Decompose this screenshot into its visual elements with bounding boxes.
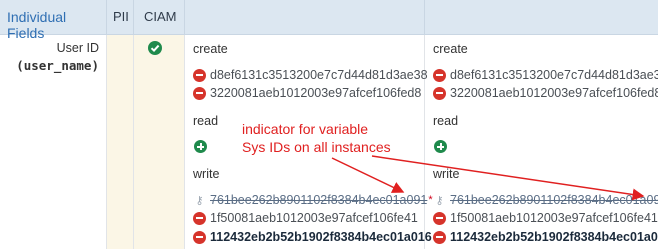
write-id-row: 1f50081aeb1012003e97afcef106fe41: [433, 210, 658, 226]
sys-id: d8ef6131c3513200e7c7d44d81d3ae38: [450, 68, 658, 82]
remove-icon[interactable]: [193, 68, 206, 82]
sys-id: 3220081aeb1012003e97afcef106fed8: [210, 86, 422, 100]
remove-icon[interactable]: [193, 86, 206, 100]
add-icon[interactable]: [434, 140, 447, 153]
annotation-line-2: Sys IDs on all instances: [242, 139, 391, 155]
sys-id: d8ef6131c3513200e7c7d44d81d3ae38: [210, 68, 428, 82]
remove-icon[interactable]: [433, 211, 446, 225]
header-pii-label: PII: [113, 9, 129, 24]
sys-id: 3220081aeb1012003e97afcef106fed8: [450, 86, 658, 100]
create-id-row: 3220081aeb1012003e97afcef106fed8: [193, 85, 421, 101]
add-icon[interactable]: [194, 140, 207, 153]
write-label: write: [193, 167, 220, 181]
create-id-row: 3220081aeb1012003e97afcef106fed8: [433, 85, 658, 101]
read-label: read: [433, 114, 459, 128]
header-instance-2: [425, 0, 658, 35]
remove-icon[interactable]: [193, 211, 206, 225]
write-id-row: 112432eb2b52b1902f8384b4ec01a016: [193, 229, 432, 245]
remove-icon[interactable]: [433, 230, 446, 244]
sys-id: 1f50081aeb1012003e97afcef106fe41: [210, 211, 418, 225]
remove-icon[interactable]: [433, 68, 446, 82]
write-id-row: 112432eb2b52b1902f8384b4ec01a016: [433, 229, 658, 245]
remove-icon[interactable]: [193, 230, 206, 244]
create-label: create: [433, 42, 468, 56]
annotation-line-1: indicator for variable: [242, 121, 369, 137]
ciam-cell: [134, 35, 185, 249]
field-name: (user_name): [16, 58, 99, 73]
variable-id-row: ⚷ 761bee262b8901102f8384b4ec01a091 *: [193, 192, 433, 208]
remove-icon[interactable]: [433, 86, 446, 100]
header-instance-1: [185, 0, 425, 35]
header-ciam-label: CIAM: [144, 9, 177, 24]
header-ciam: CIAM: [134, 0, 185, 35]
sys-id: 1f50081aeb1012003e97afcef106fe41: [450, 211, 658, 225]
sys-id: 112432eb2b52b1902f8384b4ec01a016: [450, 230, 658, 244]
field-label: User ID: [56, 41, 99, 55]
variable-sys-id: 761bee262b8901102f8384b4ec01a091: [450, 193, 658, 207]
create-id-row: d8ef6131c3513200e7c7d44d81d3ae38: [193, 67, 428, 83]
pii-cell: [107, 35, 134, 249]
read-label: read: [193, 114, 219, 128]
header-fields: Individual Fields: [0, 0, 107, 41]
variable-marker: *: [428, 194, 433, 206]
write-id-row: 1f50081aeb1012003e97afcef106fe41: [193, 210, 418, 226]
permissions-grid: Individual Fields PII CIAM User ID (user…: [0, 0, 658, 249]
sys-id: 112432eb2b52b1902f8384b4ec01a016: [210, 230, 432, 244]
key-icon: ⚷: [195, 194, 204, 207]
ciam-check-icon: [148, 41, 162, 55]
annotation-text: indicator for variable Sys IDs on all in…: [242, 120, 391, 156]
variable-sys-id: 761bee262b8901102f8384b4ec01a091: [210, 193, 428, 207]
create-id-row: d8ef6131c3513200e7c7d44d81d3ae38: [433, 67, 658, 83]
key-icon: ⚷: [435, 194, 444, 207]
write-label: write: [433, 167, 460, 181]
variable-id-row: ⚷ 761bee262b8901102f8384b4ec01a091 *: [433, 192, 658, 208]
create-label: create: [193, 42, 228, 56]
header-pii: PII: [107, 0, 134, 35]
